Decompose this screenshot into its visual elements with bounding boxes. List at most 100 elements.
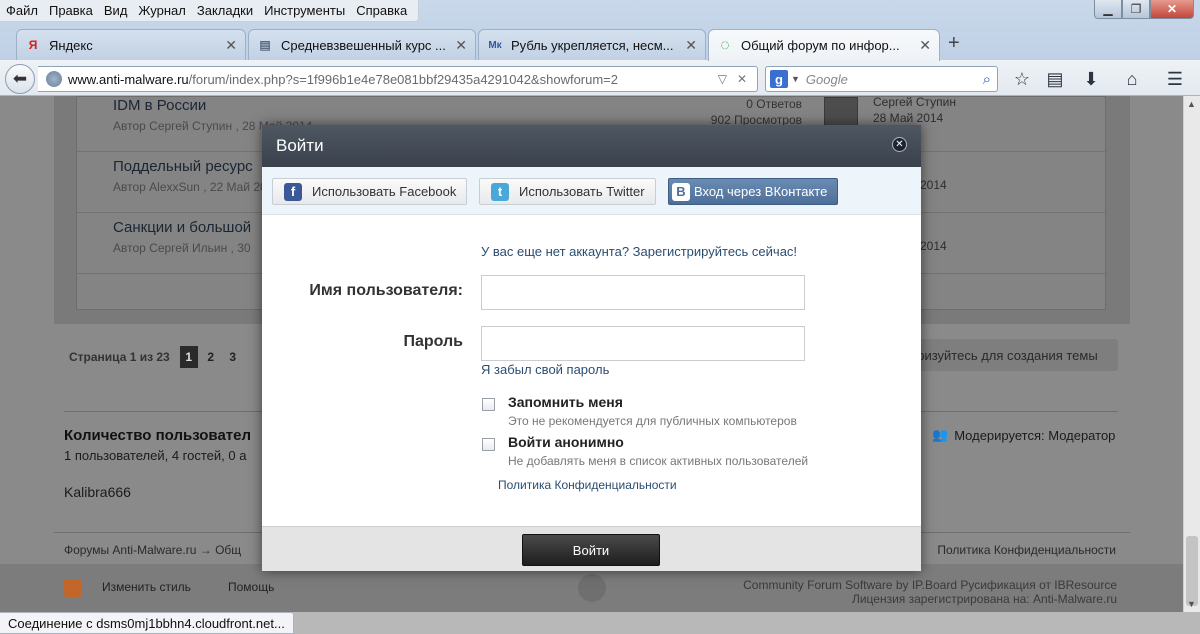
url-bar[interactable]: www.anti-malware.ru/forum/index.php?s=1f… [38, 66, 758, 92]
active-user-link[interactable]: Kalibra666 [64, 484, 131, 500]
close-window-button[interactable]: ✕ [1150, 0, 1194, 19]
clipboard-icon[interactable]: ▤ [1044, 68, 1066, 90]
remember-me-checkbox[interactable] [482, 398, 495, 411]
maximize-button[interactable]: ❐ [1122, 0, 1150, 19]
login-form: У вас еще нет аккаунта? Зарегистрируйтес… [262, 215, 921, 526]
topic-title[interactable]: IDM в России [113, 97, 206, 114]
new-topic-button[interactable]: оризуйтесь для создания темы [894, 339, 1118, 371]
menu-bar: Файл Правка Вид Журнал Закладки Инструме… [0, 0, 420, 22]
menu-edit[interactable]: Правка [49, 3, 93, 18]
yandex-icon: Я [28, 38, 38, 52]
url-host: www.anti-malware.ru [68, 71, 189, 87]
menu-file[interactable]: Файл [6, 3, 38, 18]
remember-me-label[interactable]: Запомнить меня [508, 394, 623, 410]
twitter-login-button[interactable]: t Использовать Twitter [479, 178, 656, 205]
page-link-3[interactable]: 3 [224, 346, 242, 368]
social-login-bar: f Использовать Facebook t Использовать T… [262, 167, 921, 215]
page-link-1[interactable]: 1 [179, 346, 198, 368]
back-arrow-icon: ⬅ [12, 69, 28, 88]
topic-replies: 0 Ответов [746, 97, 802, 111]
scrollbar-thumb[interactable] [1186, 536, 1198, 606]
privacy-policy-link[interactable]: Политика Конфиденциальности [498, 478, 677, 492]
tab-yandex[interactable]: Я Яндекс ✕ [16, 29, 246, 60]
google-icon[interactable]: g [770, 70, 788, 88]
menu-history[interactable]: Журнал [138, 3, 185, 18]
login-modal: Войти ✕ f Использовать Facebook t Исполь… [262, 125, 921, 571]
topic-author: Автор Сергей Ильин , 30 [113, 241, 251, 255]
anonymous-description: Не добавлять меня в список активных поль… [508, 454, 809, 468]
login-submit-button[interactable]: Войти [522, 534, 660, 566]
last-post-user[interactable]: Сергей Ступин [873, 96, 956, 110]
tab-ruble[interactable]: Мк Рубль укрепляется, несм... ✕ [478, 29, 706, 60]
facebook-icon: f [284, 182, 302, 201]
dropdown-arrow-icon[interactable]: ▽ [718, 72, 727, 86]
document-icon: ▤ [259, 38, 271, 52]
change-style-link[interactable]: Изменить стиль [102, 580, 191, 594]
anonymous-label[interactable]: Войти анонимно [508, 434, 624, 450]
vk-label: Вход через ВКонтакте [694, 184, 828, 199]
facebook-login-button[interactable]: f Использовать Facebook [272, 178, 468, 205]
close-tab-icon[interactable]: ✕ [685, 37, 697, 54]
close-tab-icon[interactable]: ✕ [225, 37, 237, 54]
license-line: Лицензия зарегистрирована на: Anti-Malwa… [851, 592, 1117, 606]
moderated-text: Модерируется: Модератор [954, 427, 1116, 443]
last-post-date: 28 Май 2014 [873, 111, 944, 125]
menu-hamburger-icon[interactable]: ☰ [1164, 68, 1186, 90]
register-link[interactable]: У вас еще нет аккаунта? Зарегистрируйтес… [481, 244, 797, 259]
tab-course[interactable]: ▤ Средневзвешенный курс ... ✕ [248, 29, 476, 60]
globe-icon [46, 71, 62, 87]
last-post-date: 2014 [920, 239, 947, 253]
search-box[interactable]: g ▼ Google ⌕ [765, 66, 998, 92]
last-post-date: 2014 [920, 178, 947, 192]
menu-view[interactable]: Вид [104, 3, 128, 18]
search-placeholder[interactable]: Google [806, 72, 983, 87]
new-tab-button[interactable]: + [948, 32, 960, 55]
topic-title[interactable]: Санкции и большой [113, 219, 251, 236]
url-path: /forum/index.php?s=1f996b1e4e78e081bbf29… [188, 71, 619, 87]
menu-tools[interactable]: Инструменты [264, 3, 345, 18]
url-text[interactable]: www.anti-malware.ru/forum/index.php?s=1f… [68, 72, 718, 87]
page-scrollbar[interactable]: ▲ ▼ [1183, 96, 1200, 612]
username-field[interactable] [481, 275, 805, 310]
moderation-info: 👥 Модерируется: Модератор [932, 427, 1115, 443]
anonymous-checkbox[interactable] [482, 438, 495, 451]
minimize-button[interactable]: ▁ [1094, 0, 1122, 19]
breadcrumb[interactable]: Форумы Anti-Malware.ru → Общ [64, 543, 241, 557]
page-link-2[interactable]: 2 [202, 346, 220, 368]
tab-title: Рубль укрепляется, несм... [511, 37, 674, 53]
close-icon[interactable]: ✕ [892, 137, 907, 152]
close-tab-icon[interactable]: ✕ [455, 37, 467, 54]
rss-icon[interactable] [64, 579, 82, 597]
privacy-policy-link[interactable]: Политика Конфиденциальности [937, 543, 1116, 557]
tab-title: Средневзвешенный курс ... [281, 37, 446, 53]
bookmark-star-icon[interactable]: ☆ [1011, 68, 1033, 90]
status-bar: Соединение с dsms0mj1bbhn4.cloudfront.ne… [0, 612, 294, 634]
twitter-label: Использовать Twitter [519, 184, 645, 199]
forgot-password-link[interactable]: Я забыл свой пароль [481, 362, 609, 377]
tab-forum[interactable]: ◌ Общий форум по инфор... ✕ [708, 29, 940, 61]
tab-title: Общий форум по инфор... [741, 38, 900, 53]
chevron-down-icon[interactable]: ▼ [791, 74, 800, 84]
topic-title[interactable]: Поддельный ресурс [113, 158, 253, 175]
modal-title: Войти [276, 136, 324, 155]
vk-login-button[interactable]: B Вход через ВКонтакте [668, 178, 839, 205]
close-tab-icon[interactable]: ✕ [919, 37, 931, 54]
password-field[interactable] [481, 326, 805, 361]
topic-author: Автор AlexxSun , 22 Май 2014 [113, 180, 281, 194]
scroll-up-icon[interactable]: ▲ [1187, 99, 1196, 109]
scroll-down-icon[interactable]: ▼ [1187, 599, 1196, 609]
stop-icon[interactable]: ✕ [737, 72, 747, 86]
scroll-top-icon[interactable] [578, 574, 606, 602]
modal-footer: Войти [262, 526, 921, 571]
menu-bookmarks[interactable]: Закладки [197, 3, 253, 18]
modal-header: Войти ✕ [262, 125, 921, 167]
active-users-count: 1 пользователей, 4 гостей, 0 а [64, 448, 247, 463]
page-count-label: Страница 1 из 23 [69, 350, 170, 364]
download-icon[interactable]: ⬇ [1080, 68, 1102, 90]
back-button[interactable]: ⬅ [5, 64, 35, 94]
search-icon[interactable]: ⌕ [983, 71, 991, 88]
help-link[interactable]: Помощь [228, 580, 274, 594]
password-label: Пароль [403, 333, 463, 350]
menu-help[interactable]: Справка [356, 3, 407, 18]
home-icon[interactable]: ⌂ [1121, 68, 1143, 90]
